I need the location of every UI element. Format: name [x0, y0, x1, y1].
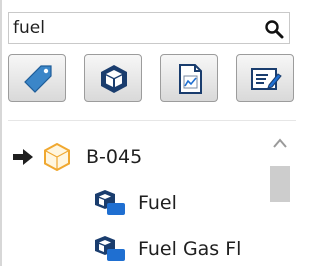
chart-document-icon [179, 64, 202, 94]
blue-cube-icon [95, 190, 125, 215]
vertical-scrollbar[interactable] [268, 134, 292, 266]
search-icon[interactable] [264, 19, 284, 39]
search-box [8, 12, 290, 44]
blue-cube-icon [95, 236, 125, 261]
report-button[interactable] [160, 54, 218, 102]
tree-node-child[interactable]: Fuel Gas Fl [94, 232, 241, 266]
toolbar [8, 54, 296, 104]
object-button[interactable] [84, 54, 142, 102]
tag-button[interactable] [8, 54, 66, 102]
edit-form-icon [251, 68, 282, 90]
scroll-thumb[interactable] [270, 166, 290, 202]
arrow-right-icon [13, 149, 33, 165]
tree-node-label: Fuel [138, 192, 177, 214]
tree-node-child[interactable]: Fuel [94, 186, 177, 220]
tree-node-parent[interactable]: B-045 [12, 140, 142, 174]
panel: B-045 Fuel Fuel Gas Fl [0, 0, 296, 266]
hexagon-icon [44, 143, 70, 171]
tag-icon [24, 65, 52, 93]
scroll-up-icon[interactable] [271, 136, 289, 150]
search-input[interactable] [13, 16, 253, 40]
edit-button[interactable] [236, 54, 294, 102]
tree-node-label: Fuel Gas Fl [138, 238, 242, 260]
cube-icon [101, 65, 127, 93]
divider [8, 120, 296, 121]
tree-view: B-045 Fuel Fuel Gas Fl [2, 130, 264, 266]
tree-node-label: B-045 [86, 146, 143, 168]
